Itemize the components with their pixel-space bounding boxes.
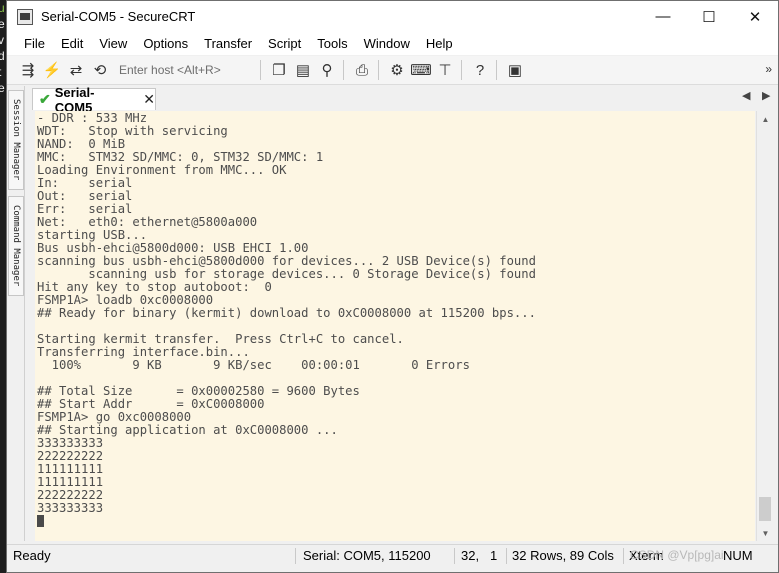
status-num: NUM [723, 548, 753, 563]
close-button[interactable]: ✕ [732, 1, 778, 32]
terminal-line: NAND: 0 MiB [37, 137, 126, 151]
connected-check-icon: ✔ [39, 91, 51, 107]
status-divider [506, 548, 507, 564]
terminal-text: - DDR : 533 MHz WDT: Stop with servicing… [37, 112, 755, 528]
terminal-line: Hit any key to stop autoboot: 0 [37, 280, 272, 294]
terminal-line: FSMP1A> loadb 0xc0008000 [37, 293, 214, 307]
terminal-cursor [37, 515, 44, 527]
settings-icon[interactable]: ⚙ [386, 59, 408, 81]
sftp-icon[interactable]: ⊤ [434, 59, 456, 81]
menu-edit[interactable]: Edit [53, 32, 91, 55]
toolbar-divider [496, 60, 497, 80]
toolbar-divider [343, 60, 344, 80]
terminal-line: ## Total Size = 0x00002580 = 9600 Bytes [37, 384, 360, 398]
tab-bar: ✔ Serial-COM5 ✕ ◀ ▶ [26, 85, 778, 115]
terminal-line: FSMP1A> go 0xc0008000 [37, 410, 192, 424]
lightning-icon[interactable]: ⚡ [41, 59, 63, 81]
terminal-line: 111111111 [37, 475, 104, 489]
scroll-thumb[interactable] [759, 497, 771, 521]
terminal-line: 222222222 [37, 449, 104, 463]
reconnect-icon[interactable]: ⇄ [65, 59, 87, 81]
terminal-line: Starting kermit transfer. Press Ctrl+C t… [37, 332, 404, 346]
toolbar-divider [378, 60, 379, 80]
terminal-line: 333333333 [37, 436, 104, 450]
status-divider [454, 548, 455, 564]
menu-view[interactable]: View [91, 32, 135, 55]
watermark: CSDN @Vp[pg]ai [630, 548, 724, 562]
terminal-line: starting USB... [37, 228, 148, 242]
maximize-button[interactable]: ☐ [686, 1, 732, 32]
status-divider [295, 548, 296, 564]
session-manager-tab[interactable]: Session Manager [8, 90, 24, 190]
terminal-line: Net: eth0: ethernet@5800a000 [37, 215, 258, 229]
scroll-down-icon[interactable]: ▼ [757, 525, 774, 541]
title-bar[interactable]: Serial-COM5 - SecureCRT — ☐ ✕ [7, 1, 778, 32]
tab-label: Serial-COM5 [54, 84, 95, 115]
tab-serial-com5[interactable]: ✔ Serial-COM5 ✕ [32, 85, 156, 115]
menu-options[interactable]: Options [135, 32, 196, 55]
host-input[interactable] [115, 59, 255, 81]
terminal-line: 222222222 [37, 488, 104, 502]
terminal-line: scanning usb for storage devices... 0 St… [37, 267, 536, 281]
command-manager-tab[interactable]: Command Manager [8, 196, 24, 296]
keymap-icon[interactable]: ⌨ [410, 59, 432, 81]
terminal-line: ## Start Addr = 0xC0008000 [37, 397, 265, 411]
terminal-line: MMC: STM32 SD/MMC: 0, STM32 SD/MMC: 1 [37, 150, 324, 164]
status-serial: Serial: COM5, 115200 [303, 548, 431, 563]
toolbar: ⇶ ⚡ ⇄ ⟲ ❐ ▤ ⚲ ⎙ ⚙ ⌨ ⊤ ? ▣ » [7, 56, 778, 85]
toolbar-divider [461, 60, 462, 80]
terminal-line: Out: serial [37, 189, 133, 203]
help-icon[interactable]: ? [469, 59, 491, 81]
menu-window[interactable]: Window [356, 32, 418, 55]
status-col: 1 [490, 548, 498, 563]
terminal-line: Loading Environment from MMC... OK [37, 163, 287, 177]
paste-icon[interactable]: ▤ [292, 59, 314, 81]
print-icon[interactable]: ⎙ [351, 59, 373, 81]
terminal-line: 100% 9 KB 9 KB/sec 00:00:01 0 Errors [37, 358, 470, 372]
terminal-line: 111111111 [37, 462, 104, 476]
tab-scroll-left-icon[interactable]: ◀ [742, 89, 750, 102]
screen-icon[interactable]: ▣ [504, 59, 526, 81]
terminal-line: scanning bus usbh-ehci@5800d000 for devi… [37, 254, 536, 268]
tab-close-icon[interactable]: ✕ [143, 91, 155, 108]
menu-bar: File Edit View Options Transfer Script T… [7, 32, 778, 55]
vertical-scrollbar[interactable]: ▲ ▼ [756, 111, 773, 541]
menu-file[interactable]: File [16, 32, 53, 55]
menu-tools[interactable]: Tools [309, 32, 355, 55]
window-title: Serial-COM5 - SecureCRT [41, 9, 196, 24]
securecrt-window: Serial-COM5 - SecureCRT — ☐ ✕ File Edit … [6, 0, 779, 573]
side-panel: Session Manager Command Manager [7, 86, 25, 541]
status-divider [623, 548, 624, 564]
terminal-line: Transferring interface.bin... [37, 345, 250, 359]
status-row: 32, [461, 548, 480, 563]
menu-transfer[interactable]: Transfer [196, 32, 260, 55]
app-icon [17, 8, 33, 25]
toolbar-divider [260, 60, 261, 80]
tab-scroll-right-icon[interactable]: ▶ [762, 89, 770, 102]
copy-icon[interactable]: ❐ [268, 59, 290, 81]
menu-help[interactable]: Help [418, 32, 461, 55]
connect-icon[interactable]: ⇶ [17, 59, 39, 81]
window-controls: — ☐ ✕ [640, 1, 778, 32]
terminal-output[interactable]: - DDR : 533 MHz WDT: Stop with servicing… [35, 111, 755, 541]
terminal-line: WDT: Stop with servicing [37, 124, 228, 138]
terminal-line: In: serial [37, 176, 133, 190]
menu-script[interactable]: Script [260, 32, 309, 55]
disconnect-icon[interactable]: ⟲ [89, 59, 111, 81]
status-size: 32 Rows, 89 Cols [512, 548, 614, 563]
terminal-line: Bus usbh-ehci@5800d000: USB EHCI 1.00 [37, 241, 309, 255]
status-ready: Ready [13, 548, 51, 563]
terminal-line: ## Ready for binary (kermit) download to… [37, 306, 536, 320]
terminal-line: - DDR : 533 MHz [37, 111, 148, 125]
toolbar-overflow-icon[interactable]: » [765, 62, 772, 76]
terminal-line: ## Starting application at 0xC0008000 ..… [37, 423, 338, 437]
find-icon[interactable]: ⚲ [316, 59, 338, 81]
minimize-button[interactable]: — [640, 1, 686, 32]
scroll-up-icon[interactable]: ▲ [757, 111, 774, 127]
terminal-line: 333333333 [37, 501, 104, 515]
terminal-line: Err: serial [37, 202, 133, 216]
